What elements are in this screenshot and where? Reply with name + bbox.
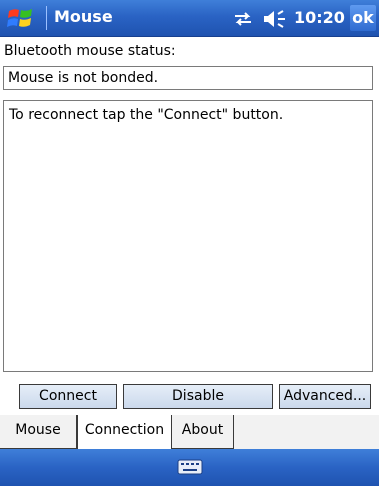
tab-about[interactable]: About: [172, 415, 234, 449]
message-text: To reconnect tap the "Connect" button.: [9, 107, 284, 123]
ok-button[interactable]: ok: [350, 5, 376, 31]
tab-strip-empty: [234, 415, 379, 449]
speaker-icon[interactable]: [262, 9, 288, 29]
sync-icon[interactable]: [232, 10, 254, 28]
keyboard-icon[interactable]: [177, 459, 203, 475]
clock-time: 10:20: [294, 8, 345, 27]
app-title: Mouse: [54, 7, 113, 26]
connect-button[interactable]: Connect: [19, 384, 117, 409]
disable-button[interactable]: Disable: [123, 384, 273, 409]
tab-mouse[interactable]: Mouse: [0, 415, 77, 449]
status-label: Bluetooth mouse status:: [4, 43, 176, 59]
bottom-bar: [0, 449, 379, 486]
advanced-button[interactable]: Advanced...: [279, 384, 371, 409]
title-divider: [46, 6, 47, 30]
windows-start-icon[interactable]: [6, 5, 36, 31]
title-bar: Mouse 10:20 ok: [0, 0, 379, 37]
status-field: Mouse is not bonded.: [3, 66, 373, 90]
tab-connection[interactable]: Connection: [77, 415, 172, 449]
message-box: To reconnect tap the "Connect" button.: [3, 100, 373, 372]
